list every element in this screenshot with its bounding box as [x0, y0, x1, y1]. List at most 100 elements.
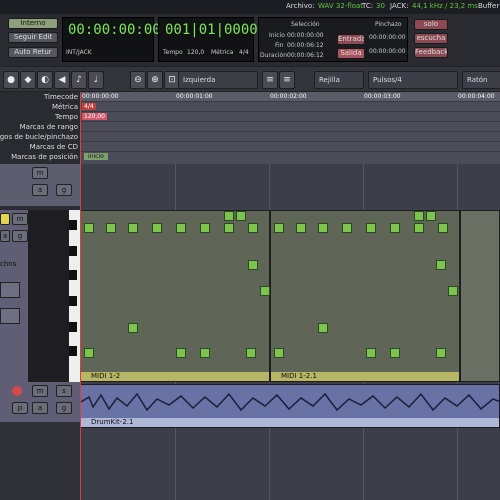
midi-note[interactable] [438, 223, 448, 233]
midi-channels-label[interactable]: chns [0, 260, 16, 268]
seguir-edit-button[interactable]: Seguir Edit [8, 32, 58, 43]
midi-note[interactable] [274, 223, 284, 233]
bus-mute-button[interactable]: m [32, 167, 48, 179]
audio-solo-button[interactable]: s [56, 385, 72, 397]
salida-button[interactable]: Salida [337, 48, 365, 59]
cut-tool-icon[interactable]: ◐ [37, 71, 53, 89]
meter-marker[interactable]: 4/4 [82, 103, 96, 110]
midi-note[interactable] [414, 211, 424, 221]
midi-note[interactable] [84, 348, 94, 358]
ruler-label-range[interactable]: Marcas de rango [20, 123, 78, 131]
midi-note[interactable] [318, 223, 328, 233]
editor-canvas[interactable]: MIDI 1-2 MIDI 1-2.1 DrumKit-2.1 [80, 164, 500, 500]
midi-option-dropdown[interactable] [0, 308, 20, 324]
mouse-mode-dropdown[interactable]: Ratón [462, 71, 500, 89]
midi-note[interactable] [176, 223, 186, 233]
audio-region[interactable]: DrumKit-2.1 [80, 384, 500, 428]
midi-region-1[interactable]: MIDI 1-2 [80, 210, 270, 382]
midi-note[interactable] [152, 223, 162, 233]
inicio-value[interactable]: 00:00:00:00 [287, 32, 324, 39]
midi-note[interactable] [448, 286, 458, 296]
midi-note[interactable] [246, 348, 256, 358]
midi-record-button[interactable] [0, 213, 10, 225]
ruler-label-metrica[interactable]: Métrica [52, 103, 78, 111]
midi-note[interactable] [436, 260, 446, 270]
midi-group-button[interactable]: g [12, 230, 28, 242]
playhead[interactable] [80, 92, 81, 500]
ruler-label-timecode[interactable]: Timecode [44, 93, 78, 101]
interno-button[interactable]: Interno [8, 18, 58, 29]
pinchazo-in-value[interactable]: 00:00:00:00 [369, 34, 406, 41]
midi-note[interactable] [318, 323, 328, 333]
midi-note[interactable] [248, 223, 258, 233]
midi-note[interactable] [200, 348, 210, 358]
midi-note[interactable] [342, 223, 352, 233]
midi-draw-icon[interactable]: ♩ [88, 71, 104, 89]
shrink-tracks-icon[interactable]: ≡ [262, 71, 278, 89]
midi-mute-button[interactable]: m [12, 213, 28, 225]
midi-note[interactable] [84, 223, 94, 233]
midi-note[interactable] [390, 223, 400, 233]
audio-mute-button[interactable]: m [32, 385, 48, 397]
pulses-dropdown[interactable]: Pulsos/4 [368, 71, 458, 89]
escucha-button[interactable]: escucha [414, 33, 448, 44]
audio-track-header[interactable]: m s p a g [0, 382, 80, 422]
grid-dropdown[interactable]: Rejilla [314, 71, 364, 89]
loop-ruler[interactable] [80, 132, 500, 142]
midi-note[interactable] [106, 223, 116, 233]
midi-track-header[interactable]: m g a chns C3 [0, 210, 80, 382]
ruler-label-cd[interactable]: Marcas de CD [30, 143, 78, 151]
midi-note[interactable] [128, 223, 138, 233]
midi-note[interactable] [248, 260, 258, 270]
midi-note[interactable] [236, 211, 246, 221]
midi-note[interactable] [296, 223, 306, 233]
audio-group-button[interactable]: g [56, 402, 72, 414]
zoom-in-icon[interactable]: ⊕ [147, 71, 163, 89]
entrada-button[interactable]: Entrada [337, 34, 365, 45]
midi-note[interactable] [390, 348, 400, 358]
ruler-label-position[interactable]: Marcas de posición [11, 153, 78, 161]
audio-automation-button[interactable]: a [32, 402, 48, 414]
audio-record-icon[interactable] [12, 386, 22, 396]
midi-note[interactable] [366, 348, 376, 358]
feedback-button[interactable]: Feedback [414, 47, 448, 58]
piano-roll-keys[interactable]: C3 [68, 210, 80, 382]
bus-track-header[interactable]: m a g [0, 164, 80, 206]
solo-button[interactable]: solo [414, 19, 448, 30]
timecode-ruler[interactable]: 00:00:00:00 00:00:01:00 00:00:02:00 00:0… [80, 92, 500, 102]
midi-note[interactable] [224, 211, 234, 221]
position-ruler[interactable]: inicio [80, 152, 500, 162]
zoom-out-icon[interactable]: ⊖ [130, 71, 146, 89]
range-ruler[interactable] [80, 122, 500, 132]
midi-note[interactable] [260, 286, 270, 296]
ruler-label-tempo[interactable]: Tempo [55, 113, 78, 121]
range-tool-icon[interactable]: ◆ [20, 71, 36, 89]
bus-automation-button[interactable]: a [32, 184, 48, 196]
midi-note[interactable] [414, 223, 424, 233]
audio-playlist-button[interactable]: p [12, 402, 28, 414]
duracion-value[interactable]: 00:00:06:12 [287, 52, 324, 59]
midi-note[interactable] [274, 348, 284, 358]
midi-automation-button[interactable]: a [0, 230, 10, 242]
midi-scroomer[interactable] [28, 210, 68, 382]
midi-region-2[interactable]: MIDI 1-2.1 [270, 210, 460, 382]
gain-tool-icon[interactable]: ◀ [54, 71, 70, 89]
primary-clock[interactable]: 00:00:00:00 INT/JACK [62, 17, 161, 62]
midi-note[interactable] [176, 348, 186, 358]
midi-note[interactable] [366, 223, 376, 233]
nudge-direction-dropdown[interactable]: Izquierda [178, 71, 258, 89]
rulers[interactable]: 00:00:00:00 00:00:01:00 00:00:02:00 00:0… [80, 92, 500, 164]
midi-note[interactable] [436, 348, 446, 358]
auto-retorno-button[interactable]: Auto Retur [8, 47, 58, 58]
metrica-ruler[interactable]: 4/4 [80, 102, 500, 112]
secondary-clock[interactable]: 001|01|0000 Tempo 120,0 Métrica 4/4 [158, 17, 258, 62]
midi-note[interactable] [426, 211, 436, 221]
tempo-marker[interactable]: 120,00 [82, 113, 107, 120]
stretch-tool-icon[interactable]: ♪ [71, 71, 87, 89]
ruler-label-loop[interactable]: Rangos de bucle/pinchazo [0, 133, 78, 141]
pinchazo-out-value[interactable]: 00:00:00:00 [369, 48, 406, 55]
midi-region-tail[interactable] [460, 210, 500, 382]
cd-ruler[interactable] [80, 142, 500, 152]
bus-group-button[interactable]: g [56, 184, 72, 196]
midi-option-dropdown[interactable] [0, 282, 20, 298]
